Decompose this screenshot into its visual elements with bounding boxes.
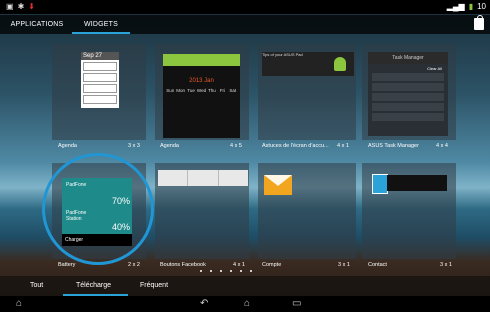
widget-size: 3 x 1 (338, 262, 350, 268)
play-store-icon[interactable] (474, 15, 484, 30)
clock: 10 (477, 2, 486, 11)
clear-all-button: Clear All (427, 66, 442, 71)
calendar-day-header: Tue (187, 88, 195, 93)
tab-tout[interactable]: Tout (30, 276, 43, 296)
calendar-month: 2013 Jan (189, 78, 214, 84)
widget-size: 4 x 1 (337, 143, 349, 149)
edit-icon (158, 170, 189, 186)
home-icon[interactable]: ⌂ (244, 298, 250, 310)
task-manager-title: Task Manager (368, 52, 448, 64)
battery-icon: ▮ (468, 2, 474, 11)
status-right: ▂▄▆ ▮ 10 (447, 2, 486, 12)
agenda-list-preview: Sep 27 (81, 52, 119, 108)
screen: ▣ ✱ ⬇ ▂▄▆ ▮ 10 APPLICATIONS WIDGETS Sep … (0, 0, 490, 312)
recent-apps-icon[interactable]: ▭ (292, 298, 301, 310)
calendar-day-header: Sat (229, 88, 237, 93)
widget-size: 4 x 5 (230, 143, 242, 149)
download-icon: ⬇ (28, 2, 35, 11)
widget-name: Compte (262, 262, 282, 268)
bottom-filter-bar: Tout Télécharge Fréquent (0, 276, 490, 296)
task-row (372, 93, 444, 101)
page-dot (200, 270, 202, 272)
android-icon (334, 57, 346, 71)
agenda-event (83, 62, 117, 71)
agenda-event (83, 84, 117, 93)
drawer-tab-bar: APPLICATIONS WIDGETS (0, 15, 490, 34)
image-icon: ▣ (6, 2, 14, 11)
navigation-bar: ⌂ ↶ ⌂ ▭ (0, 296, 490, 312)
calendar-grid: Sun Mon Tue Wed Thu Fri Sat (165, 88, 238, 93)
agenda-event (83, 73, 117, 82)
calendar-preview: 2013 Jan Sun Mon Tue Wed Thu Fri Sat (163, 54, 240, 138)
calendar-day-header: Sun (166, 88, 175, 93)
page-dot (220, 270, 222, 272)
calendar-day-header: Mon (176, 88, 186, 93)
back-icon[interactable]: ↶ (200, 298, 208, 310)
camera-icon (188, 170, 219, 186)
page-dot (240, 270, 242, 272)
tab-telecharge[interactable]: Télécharge (76, 276, 111, 296)
widget-size: 4 x 4 (436, 143, 448, 149)
widget-size: 4 x 1 (233, 262, 245, 268)
task-row (372, 103, 444, 111)
calendar-top-bar (163, 54, 240, 66)
signal-icon: ▂▄▆ (446, 2, 465, 11)
task-row (372, 73, 444, 81)
tab-widgets[interactable]: WIDGETS (72, 15, 130, 34)
page-dot (250, 270, 252, 272)
page-dot (230, 270, 232, 272)
widget-name: Battery (58, 262, 76, 268)
widget-name: Agenda (160, 143, 179, 149)
envelope-icon (264, 175, 292, 195)
contact-bar (387, 175, 447, 191)
widget-name: ASUS Task Manager (368, 143, 419, 149)
keyboard-hide-icon[interactable]: ⌂ (16, 298, 22, 310)
agenda-event (83, 95, 117, 104)
widget-size: 3 x 3 (128, 143, 140, 149)
page-dot (210, 270, 212, 272)
calendar-day-header: Fri (219, 88, 225, 93)
status-bar: ▣ ✱ ⬇ ▂▄▆ ▮ 10 (0, 0, 490, 14)
widget-name: Contact (368, 262, 387, 268)
calendar-day-header: Thu (208, 88, 216, 93)
widget-name: Astuces de l'écran d'accu... (262, 143, 329, 149)
widget-name: Boutons Facebook (160, 262, 206, 268)
highlight-circle (42, 153, 154, 265)
tab-frequent[interactable]: Fréquent (140, 276, 168, 296)
task-row (372, 83, 444, 91)
checkin-icon (219, 170, 248, 186)
bluetooth-icon: ✱ (17, 2, 25, 11)
task-manager-preview: Task Manager Clear All (368, 52, 448, 136)
calendar-day-header: Wed (196, 88, 207, 93)
tab-applications[interactable]: APPLICATIONS (8, 15, 66, 34)
notification-icons: ▣ ✱ ⬇ (6, 2, 35, 12)
page-indicator (200, 270, 252, 272)
task-row (372, 113, 444, 121)
contact-icon (372, 174, 388, 194)
widget-size: 3 x 1 (440, 262, 452, 268)
astuces-preview-text: Tips of your ASUS Pad (262, 52, 303, 57)
widget-name: Agenda (58, 143, 77, 149)
facebook-buttons-preview (158, 170, 248, 186)
widget-size: 2 x 2 (128, 262, 140, 268)
agenda-date-header: Sep 27 (81, 52, 119, 60)
